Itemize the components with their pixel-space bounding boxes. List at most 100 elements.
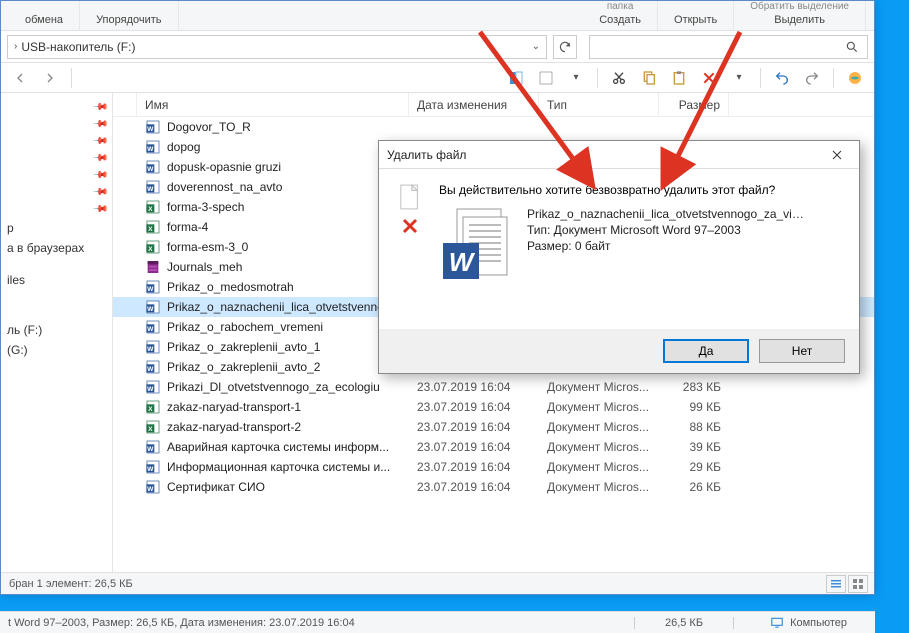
tool-app-button[interactable]: [842, 67, 868, 89]
svg-text:W: W: [147, 146, 154, 153]
file-name: Journals_meh: [167, 260, 242, 274]
sidebar-item[interactable]: (G:): [1, 340, 112, 360]
svg-text:W: W: [147, 466, 154, 473]
dialog-close-button[interactable]: [823, 145, 851, 165]
file-type: Документ Micros...: [539, 380, 659, 394]
address-input[interactable]: › USB-накопитель (F:) ⌄: [7, 35, 547, 59]
sidebar-item[interactable]: 📌: [1, 184, 112, 201]
pin-icon: 📌: [91, 184, 108, 201]
sidebar-item[interactable]: р: [1, 218, 112, 238]
file-type-icon: W: [145, 339, 161, 355]
breadcrumb-path[interactable]: USB-накопитель (F:): [21, 40, 135, 54]
details-bar: t Word 97–2003, Размер: 26,5 КБ, Дата из…: [0, 611, 875, 633]
details-right: Компьютер: [790, 617, 847, 629]
dialog-filesize: Размер: 0 байт: [527, 239, 807, 253]
view-icons-button[interactable]: [848, 575, 868, 593]
svg-text:W: W: [147, 186, 154, 193]
name-column-header[interactable]: Имя: [137, 93, 409, 116]
file-row[interactable]: Xzakaz-naryad-transport-223.07.2019 16:0…: [113, 417, 874, 437]
file-name: Информационная карточка системы и...: [167, 460, 390, 474]
nav-back-button[interactable]: [7, 67, 33, 89]
search-icon: [845, 40, 859, 54]
file-name: Аварийная карточка системы информ...: [167, 440, 389, 454]
file-name: zakaz-naryad-transport-1: [167, 400, 301, 414]
pin-icon: 📌: [91, 116, 108, 133]
dialog-filetype: Тип: Документ Microsoft Word 97–2003: [527, 223, 807, 237]
ribbon-label-clipboard: обмена: [25, 14, 63, 26]
file-name: dopusk-opasnie gruzi: [167, 160, 281, 174]
sidebar-item[interactable]: а в браузерах: [1, 238, 112, 258]
file-name: Prikazi_Dl_otvetstvennogo_za_ecologiu: [167, 380, 380, 394]
sidebar-item[interactable]: 📌: [1, 99, 112, 116]
word-doc-icon: W: [439, 207, 511, 291]
file-date: 23.07.2019 16:04: [409, 400, 539, 414]
ribbon-group-organize[interactable]: Упорядочить: [80, 1, 178, 30]
no-button[interactable]: Нет: [759, 339, 845, 363]
ribbon-label-select: Выделить: [774, 14, 825, 26]
sidebar-item[interactable]: 📌: [1, 167, 112, 184]
sidebar-item[interactable]: 📌: [1, 201, 112, 218]
file-size: 99 КБ: [659, 400, 729, 414]
ribbon-group-clipboard[interactable]: обмена: [9, 1, 80, 30]
file-row[interactable]: W Аварийная карточка системы информ... 23.…: [113, 437, 874, 457]
svg-text:W: W: [449, 247, 476, 277]
file-name: Сертификат СИО: [167, 480, 265, 494]
ribbon-label-folder: папка: [607, 1, 634, 12]
details-mid: 26,5 КБ: [634, 617, 734, 629]
svg-text:W: W: [147, 486, 154, 493]
pin-icon: 📌: [91, 133, 108, 150]
file-date: 23.07.2019 16:04: [409, 420, 539, 434]
ribbon-label-organize: Упорядочить: [96, 14, 161, 26]
sidebar[interactable]: 📌📌📌📌📌📌📌ра в браузерахilesль (F:)(G:): [1, 93, 113, 572]
annotation-arrow-1: [470, 22, 610, 207]
sidebar-item[interactable]: 📌: [1, 116, 112, 133]
yes-button[interactable]: Да: [663, 339, 749, 363]
sidebar-item[interactable]: ль (F:): [1, 320, 112, 340]
file-row[interactable]: WСертификат СИО23.07.2019 16:04Документ …: [113, 477, 874, 497]
dialog-body: Вы действительно хотите безвозвратно уда…: [379, 169, 859, 329]
breadcrumb-chevron-icon: ›: [14, 41, 17, 52]
file-name: Dogovor_TO_R: [167, 120, 251, 134]
sidebar-item[interactable]: 📌: [1, 133, 112, 150]
status-selection: бран 1 элемент: 26,5 КБ: [9, 578, 133, 590]
svg-text:X: X: [148, 426, 153, 433]
dialog-buttons: Да Нет: [379, 329, 859, 373]
svg-text:W: W: [147, 126, 154, 133]
svg-text:W: W: [147, 386, 154, 393]
file-row[interactable]: Xzakaz-naryad-transport-123.07.2019 16:0…: [113, 397, 874, 417]
file-row[interactable]: W Prikazi_Dl_otvetstvennogo_za_ecologiu 23…: [113, 377, 874, 397]
file-name: dopog: [167, 140, 200, 154]
file-date: 23.07.2019 16:04: [409, 380, 539, 394]
tool-redo-button[interactable]: [799, 67, 825, 89]
file-size: 283 КБ: [659, 380, 729, 394]
file-type: Документ Micros...: [539, 400, 659, 414]
svg-text:X: X: [148, 246, 153, 253]
file-name: doverennost_na_avto: [167, 180, 282, 194]
file-type-icon: W: [145, 359, 161, 375]
file-size: 88 КБ: [659, 420, 729, 434]
details-left: t Word 97–2003, Размер: 26,5 КБ, Дата из…: [8, 617, 355, 629]
file-type-icon: X: [145, 199, 161, 215]
file-name: forma-esm-3_0: [167, 240, 248, 254]
svg-text:W: W: [147, 446, 154, 453]
dialog-titlebar[interactable]: Удалить файл: [379, 141, 859, 169]
file-name: forma-3-spech: [167, 200, 244, 214]
close-icon: [831, 149, 843, 161]
file-name: Prikaz_o_rabochem_vremeni: [167, 320, 323, 334]
file-name: Prikaz_o_medosmotrah: [167, 280, 294, 294]
file-type-icon: W: [145, 179, 161, 195]
file-date: 23.07.2019 16:04: [409, 440, 539, 454]
nav-fwd-button[interactable]: [37, 67, 63, 89]
file-type-icon: W: [145, 439, 161, 455]
ribbon-group-select[interactable]: Обратить выделение Выделить: [734, 1, 866, 30]
file-type-icon: X: [145, 219, 161, 235]
name-column-label: Имя: [145, 98, 168, 112]
tool-undo-button[interactable]: [769, 67, 795, 89]
view-details-button[interactable]: [826, 575, 846, 593]
file-row[interactable]: WИнформационная карточка системы и...23.…: [113, 457, 874, 477]
pin-column-header[interactable]: [113, 93, 137, 116]
file-name: forma-4: [167, 220, 208, 234]
file-size: 29 КБ: [659, 460, 729, 474]
sidebar-item[interactable]: iles: [1, 270, 112, 290]
sidebar-item[interactable]: 📌: [1, 150, 112, 167]
